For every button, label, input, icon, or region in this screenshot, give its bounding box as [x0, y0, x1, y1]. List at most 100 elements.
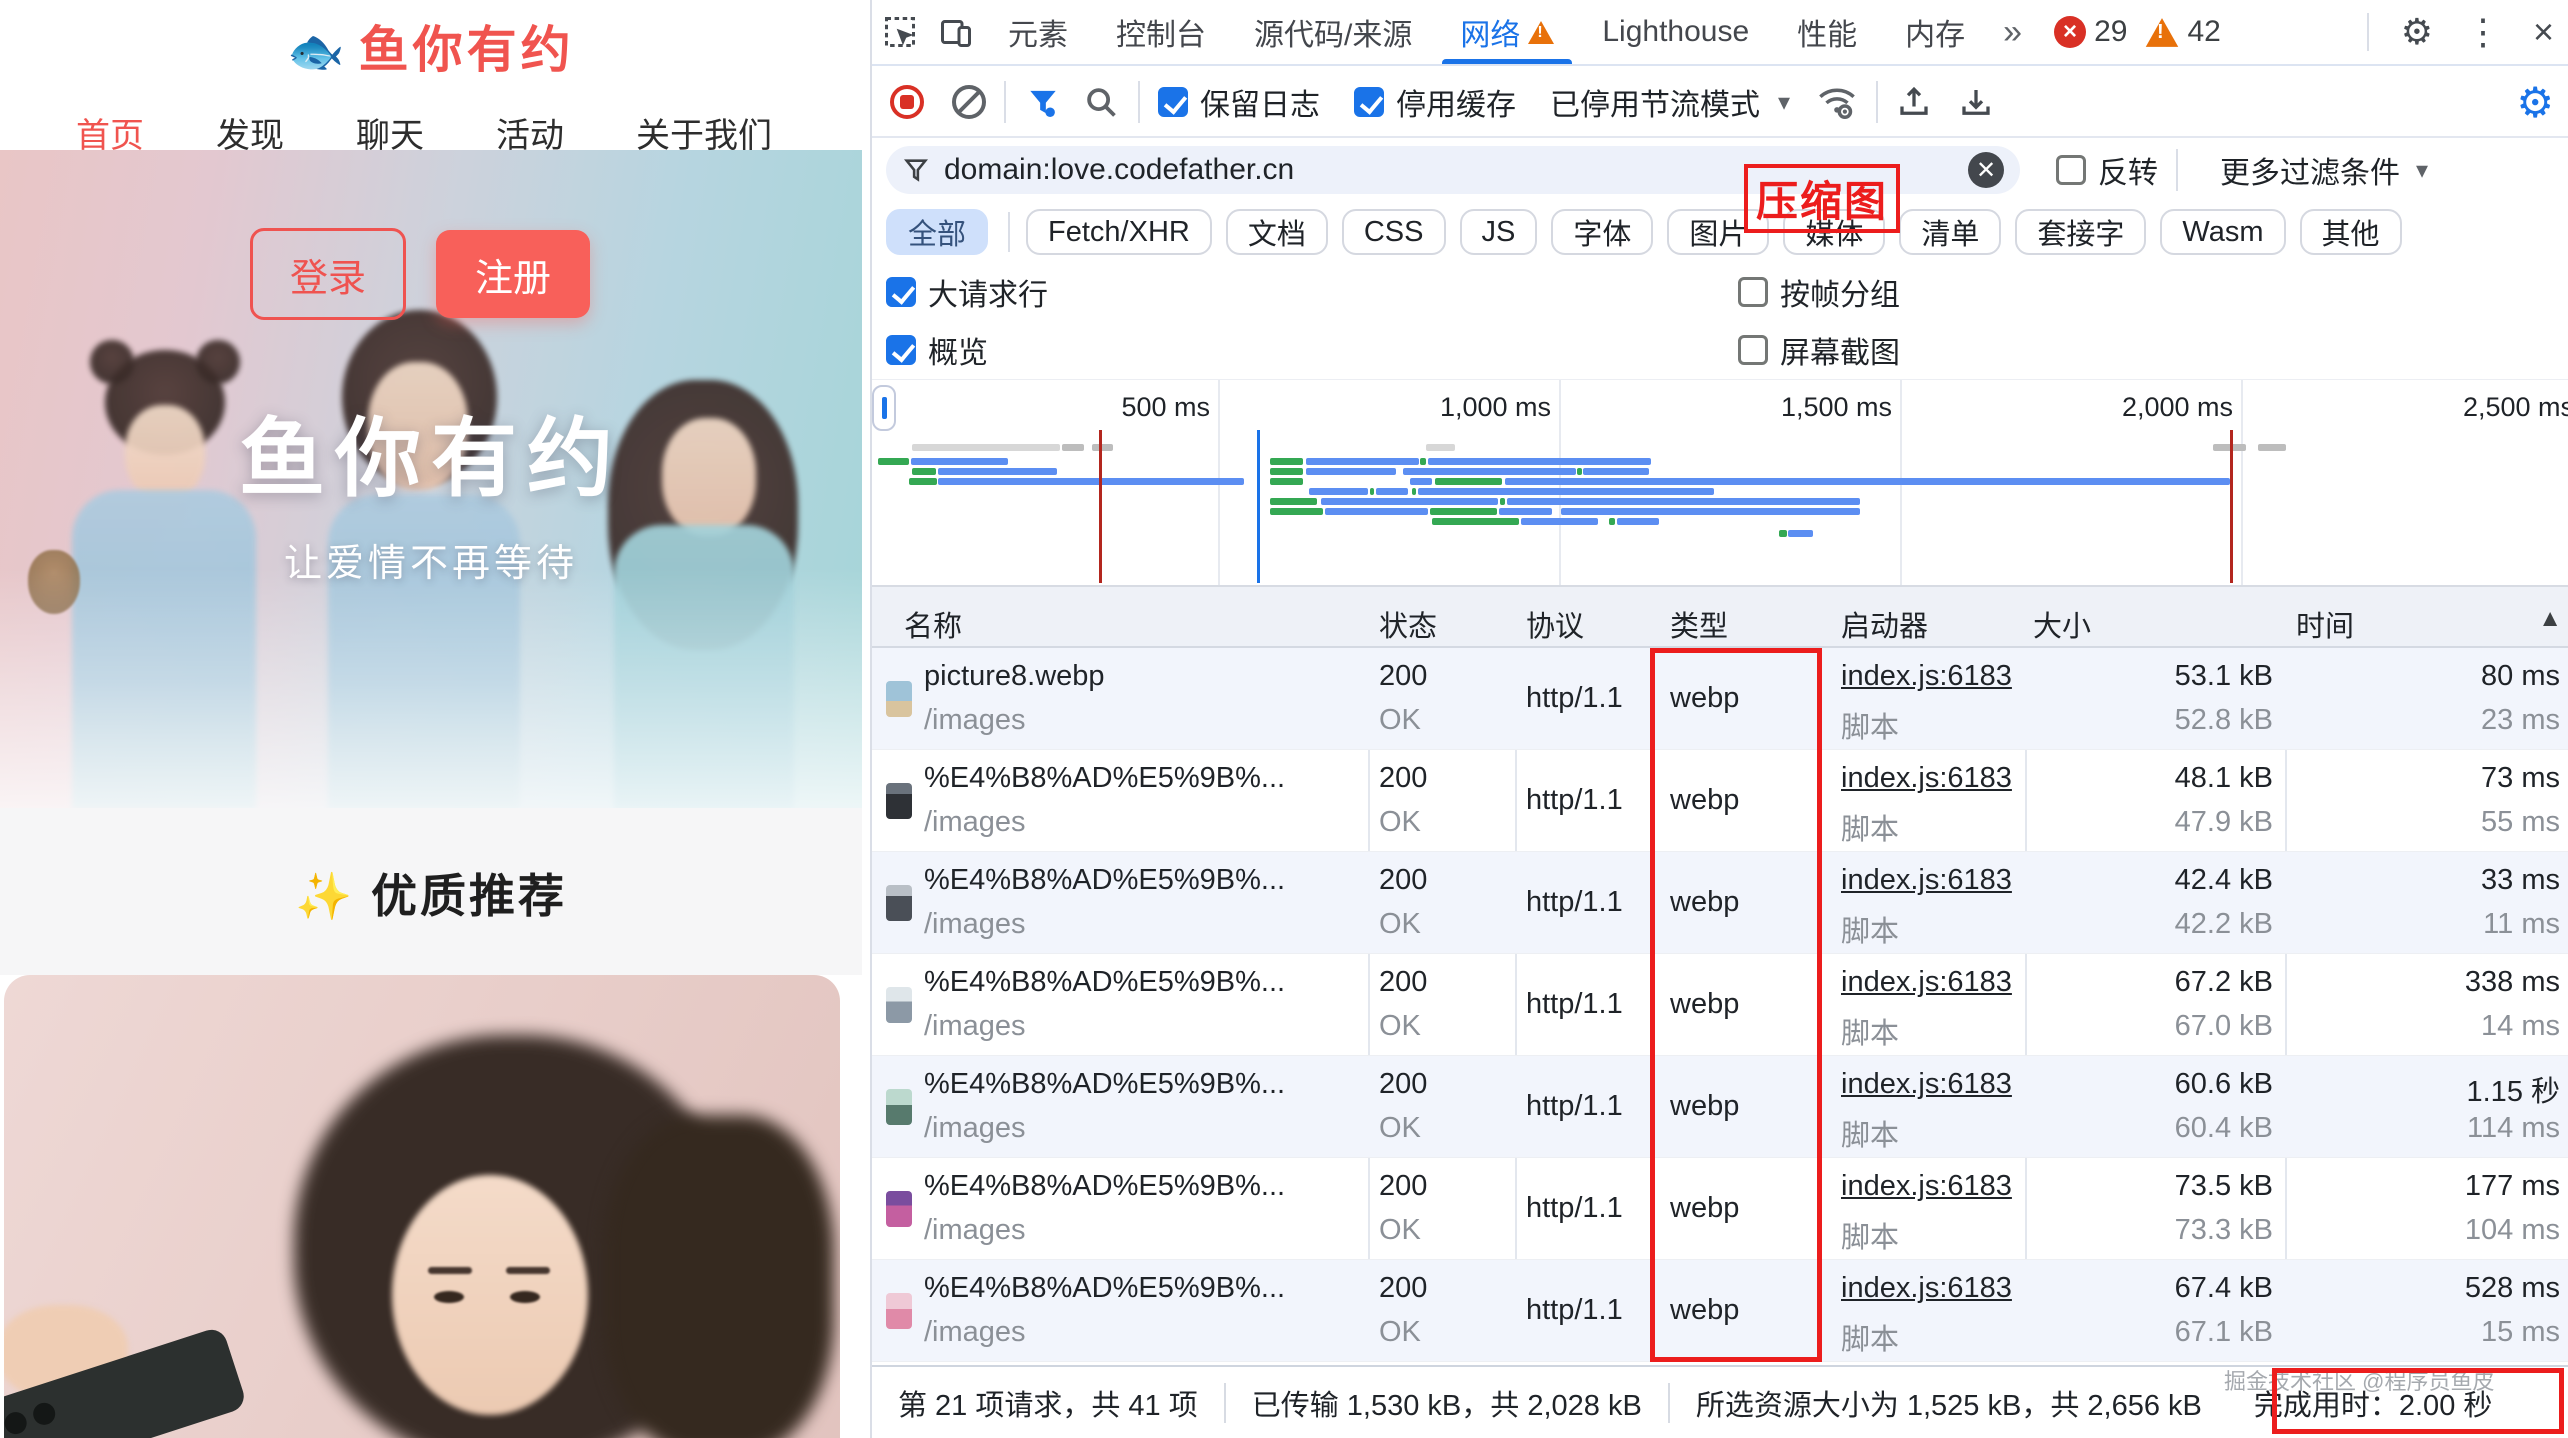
waterfall-bar: [1306, 468, 1396, 475]
preserve-log-checkbox[interactable]: 保留日志: [1158, 80, 1320, 124]
timeline-tick-label: 1,500 ms: [1781, 392, 1892, 423]
tab-performance[interactable]: 性能: [1773, 0, 1881, 64]
chip-manifest[interactable]: 清单: [1899, 209, 2001, 255]
request-initiator-link[interactable]: index.js:6183: [1841, 1068, 2017, 1101]
waterfall-bar: [1062, 444, 1084, 451]
disable-cache-checkbox[interactable]: 停用缓存: [1354, 80, 1516, 124]
import-har-icon[interactable]: [1896, 84, 1932, 120]
clear-network-log-icon[interactable]: [952, 85, 986, 119]
col-size[interactable]: 大小: [2033, 603, 2091, 645]
chip-css[interactable]: CSS: [1342, 209, 1446, 255]
site-logo[interactable]: 🐟鱼你有约: [0, 0, 862, 82]
warning-badge[interactable]: 42: [2145, 15, 2220, 49]
request-initiator-link[interactable]: index.js:6183: [1841, 966, 2017, 999]
more-filters-dropdown[interactable]: 更多过滤条件▾: [2220, 148, 2428, 192]
invert-filter-checkbox[interactable]: 反转: [2056, 148, 2158, 192]
chip-other[interactable]: 其他: [2300, 209, 2402, 255]
photo-figure: [604, 1115, 834, 1438]
request-size-content: 60.4 kB: [2175, 1112, 2273, 1145]
chip-js[interactable]: JS: [1460, 209, 1538, 255]
tab-memory[interactable]: 内存: [1881, 0, 1989, 64]
divider: [1138, 81, 1140, 123]
request-name: %E4%B8%AD%E5%9B%...: [924, 762, 1285, 795]
request-count-summary: 第 21 项请求，共 41 项: [872, 1382, 1224, 1424]
record-network-log-icon[interactable]: [890, 85, 924, 119]
error-badge[interactable]: ×29: [2054, 15, 2127, 49]
col-time[interactable]: 时间: [2296, 603, 2354, 645]
chip-socket[interactable]: 套接字: [2015, 209, 2146, 255]
col-type[interactable]: 类型: [1670, 603, 1728, 645]
login-button[interactable]: 登录: [250, 228, 406, 320]
col-protocol[interactable]: 协议: [1526, 603, 1584, 645]
group-by-frame-checkbox[interactable]: 按帧分组: [1738, 270, 1900, 314]
big-request-rows-checkbox[interactable]: 大请求行: [886, 270, 1048, 314]
table-row[interactable]: %E4%B8%AD%E5%9B%... /images 200 OK http/…: [872, 852, 2568, 954]
col-name[interactable]: 名称: [904, 603, 962, 645]
request-initiator-link[interactable]: index.js:6183: [1841, 1272, 2017, 1305]
overview-drag-handle[interactable]: [872, 385, 896, 431]
request-time: 1.15 秒: [2467, 1068, 2561, 1110]
kebab-menu-icon[interactable]: ⋮: [2449, 11, 2517, 53]
devtools-settings-icon[interactable]: ⚙: [2385, 11, 2449, 53]
clear-filter-icon[interactable]: ✕: [1968, 152, 2004, 188]
table-row[interactable]: %E4%B8%AD%E5%9B%... /images 200 OK http/…: [872, 1158, 2568, 1260]
waterfall-bar: [1270, 468, 1303, 475]
table-row[interactable]: %E4%B8%AD%E5%9B%... /images 200 OK http/…: [872, 1056, 2568, 1158]
chip-fetch-xhr[interactable]: Fetch/XHR: [1026, 209, 1212, 255]
photo-figure: [510, 1291, 540, 1303]
request-name: %E4%B8%AD%E5%9B%...: [924, 864, 1285, 897]
checkbox-checked-icon: [1158, 87, 1188, 117]
network-conditions-icon[interactable]: [1816, 81, 1858, 123]
close-devtools-icon[interactable]: ×: [2517, 11, 2568, 53]
chip-wasm[interactable]: Wasm: [2160, 209, 2285, 255]
transferred-summary: 已传输 1,530 kB，共 2,028 kB: [1226, 1382, 1668, 1424]
request-size-content: 52.8 kB: [2175, 704, 2273, 737]
table-row[interactable]: %E4%B8%AD%E5%9B%... /images 200 OK http/…: [872, 954, 2568, 1056]
request-size: 67.4 kB: [2175, 1272, 2273, 1305]
chevron-down-icon: ▾: [1778, 88, 1790, 117]
waterfall-bar: [1410, 478, 1432, 485]
chip-all[interactable]: 全部: [886, 209, 988, 255]
tab-console[interactable]: 控制台: [1092, 0, 1230, 64]
tab-lighthouse[interactable]: Lighthouse: [1578, 0, 1773, 64]
sort-asc-icon[interactable]: ▲: [2538, 605, 2562, 633]
table-row[interactable]: %E4%B8%AD%E5%9B%... /images 200 OK http/…: [872, 1260, 2568, 1362]
request-initiator-link[interactable]: index.js:6183: [1841, 1170, 2017, 1203]
network-settings-icon[interactable]: ⚙: [2516, 78, 2554, 127]
more-tabs-icon[interactable]: »: [1989, 13, 2036, 52]
col-initiator[interactable]: 启动器: [1841, 603, 1928, 645]
request-initiator-link[interactable]: index.js:6183: [1841, 660, 2017, 693]
chip-doc[interactable]: 文档: [1226, 209, 1328, 255]
col-status[interactable]: 状态: [1379, 603, 1437, 645]
tab-sources[interactable]: 源代码/来源: [1230, 0, 1436, 64]
screenshots-checkbox[interactable]: 屏幕截图: [1738, 328, 1900, 372]
filter-row: domain:love.codefather.cn ✕ 反转 更多过滤条件▾: [872, 140, 2568, 200]
chip-font[interactable]: 字体: [1551, 209, 1653, 255]
device-toolbar-icon[interactable]: [928, 14, 984, 50]
divider: [1876, 81, 1878, 123]
request-initiator-type: 脚本: [1841, 1316, 1899, 1358]
waterfall-bar: [1505, 478, 2230, 485]
tab-network[interactable]: 网络: [1436, 0, 1578, 64]
export-har-icon[interactable]: [1958, 84, 1994, 120]
search-icon[interactable]: [1082, 83, 1120, 121]
waterfall-bar: [1779, 530, 1787, 537]
request-initiator-link[interactable]: index.js:6183: [1841, 762, 2017, 795]
overview-graph[interactable]: 500 ms1,000 ms1,500 ms2,000 ms2,500 ms: [872, 380, 2568, 587]
waterfall-bar: [1507, 498, 1860, 505]
waterfall-bar: [1403, 468, 1576, 475]
waterfall-bar: [878, 458, 909, 465]
table-row[interactable]: picture8.webp /images 200 OK http/1.1 we…: [872, 648, 2568, 750]
throttling-dropdown[interactable]: 已停用节流模式▾: [1550, 80, 1790, 124]
register-button[interactable]: 注册: [436, 230, 590, 318]
annotation-compressed-label: 压缩图: [1744, 164, 1900, 233]
filter-icon[interactable]: [1024, 83, 1062, 121]
overview-checkbox[interactable]: 概览: [886, 328, 988, 372]
request-thumbnail: [886, 1089, 912, 1125]
checkbox-checked-icon: [886, 335, 916, 365]
tab-elements[interactable]: 元素: [984, 0, 1092, 64]
recommend-photo[interactable]: [4, 975, 840, 1438]
table-row[interactable]: %E4%B8%AD%E5%9B%... /images 200 OK http/…: [872, 750, 2568, 852]
inspect-element-icon[interactable]: [872, 14, 928, 50]
request-initiator-link[interactable]: index.js:6183: [1841, 864, 2017, 897]
